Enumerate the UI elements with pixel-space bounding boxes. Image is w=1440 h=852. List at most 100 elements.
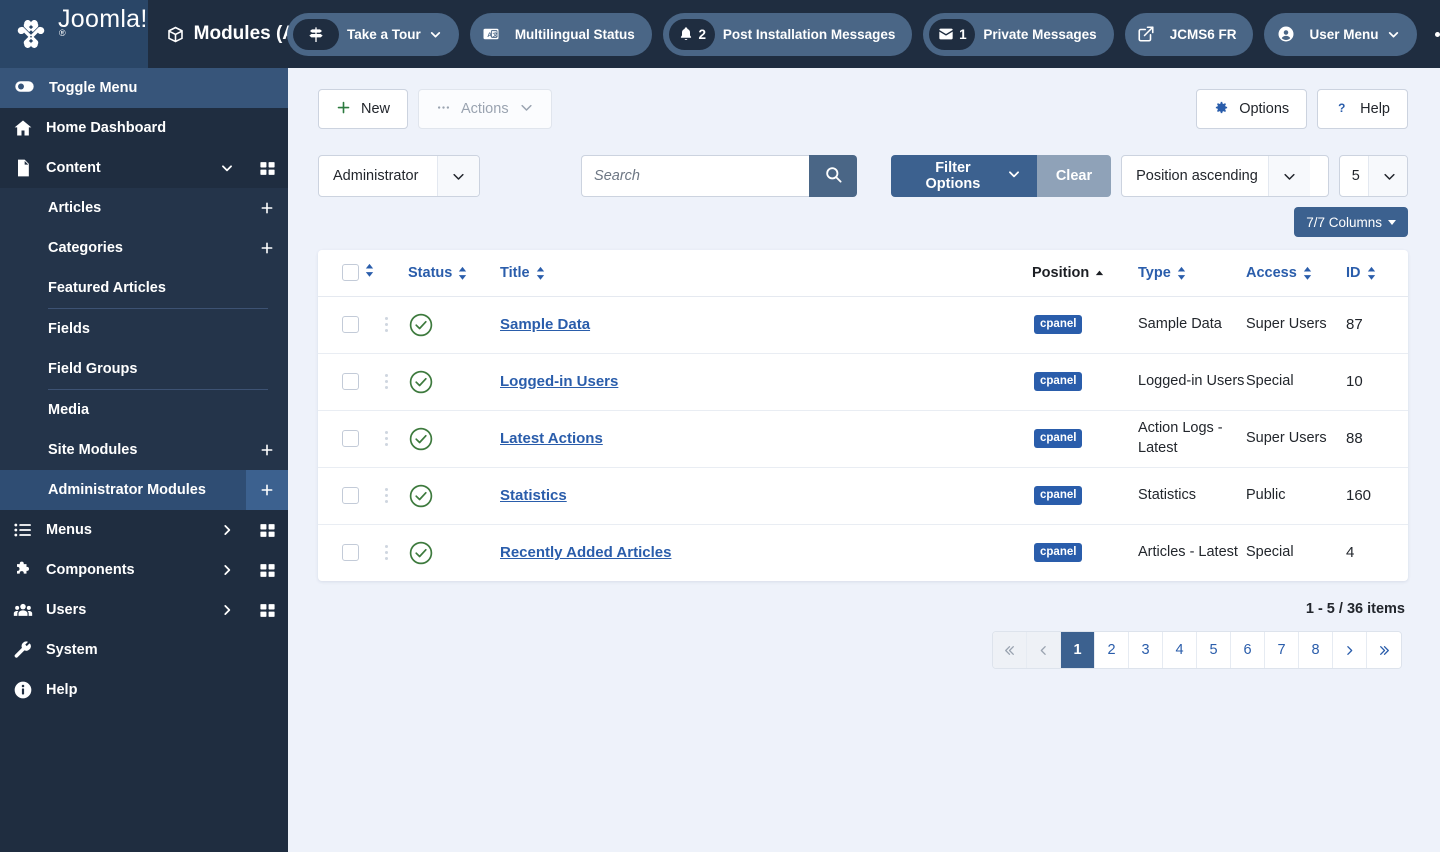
multilingual-status-button[interactable]: A文 Multilingual Status	[469, 12, 652, 56]
sidebar-item-users[interactable]: Users	[0, 590, 288, 630]
user-menu-button[interactable]: User Menu	[1264, 12, 1417, 56]
status-published-icon[interactable]	[408, 369, 434, 395]
sidebar-subitem-fields[interactable]: Fields	[0, 309, 288, 349]
pagination-page-8[interactable]: 8	[1299, 632, 1333, 668]
drag-handle-icon[interactable]	[364, 374, 408, 389]
list-limit-select[interactable]: 5	[1338, 155, 1408, 197]
row-checkbox[interactable]	[342, 373, 359, 390]
module-title-link[interactable]: Statistics	[500, 487, 567, 504]
take-a-tour-button[interactable]: Take a Tour	[287, 12, 459, 56]
grid-icon[interactable]	[246, 562, 288, 579]
document-icon	[0, 158, 46, 178]
options-button[interactable]: Options	[1196, 89, 1308, 129]
brand-name: Joomla!®	[58, 5, 148, 38]
add-new-articles-icon[interactable]	[246, 188, 288, 228]
position-badge[interactable]: cpanel	[1034, 429, 1083, 448]
options-dots-icon[interactable]	[1430, 17, 1440, 51]
client-select[interactable]: Administrator	[318, 155, 481, 197]
row-checkbox[interactable]	[342, 544, 359, 562]
chevron-down-icon[interactable]	[208, 161, 246, 175]
post-installation-messages-button[interactable]: 2 Post Installation Messages	[662, 12, 913, 56]
add-new-categories-icon[interactable]	[246, 228, 288, 268]
grid-icon[interactable]	[246, 522, 288, 539]
filter-options-button[interactable]: Filter Options	[891, 155, 1037, 197]
drag-handle-icon[interactable]	[364, 317, 408, 332]
site-link-button[interactable]: JCMS6 FR	[1124, 12, 1254, 56]
cell-id: 87	[1346, 296, 1408, 354]
brand-area[interactable]: Joomla!®	[0, 0, 148, 68]
sidebar-subitem-articles[interactable]: Articles	[0, 188, 288, 228]
sidebar-item-system[interactable]: System	[0, 630, 288, 670]
position-badge[interactable]: cpanel	[1034, 372, 1083, 391]
status-published-icon[interactable]	[408, 426, 434, 452]
position-badge[interactable]: cpanel	[1034, 486, 1083, 505]
clear-filters-button[interactable]: Clear	[1036, 155, 1112, 197]
sidebar-subitem-categories[interactable]: Categories	[0, 228, 288, 268]
pagination-page-5[interactable]: 5	[1197, 632, 1231, 668]
pagination-next-button[interactable]	[1333, 632, 1367, 668]
grid-icon[interactable]	[246, 160, 288, 177]
sidebar-item-content[interactable]: Content	[0, 148, 288, 188]
sidebar-item-home-dashboard[interactable]: Home Dashboard	[0, 108, 288, 148]
drag-handle-icon[interactable]	[364, 488, 408, 503]
th-type[interactable]: Type	[1138, 250, 1246, 297]
th-id[interactable]: ID	[1346, 250, 1408, 297]
search-input[interactable]	[581, 155, 810, 197]
pagination-last-button[interactable]	[1367, 632, 1401, 668]
cell-status	[408, 410, 500, 468]
pagination-page-4[interactable]: 4	[1163, 632, 1197, 668]
module-title-link[interactable]: Latest Actions	[500, 430, 603, 447]
new-button[interactable]: New	[318, 89, 409, 129]
sidebar-subitem-field-groups[interactable]: Field Groups	[0, 349, 288, 389]
th-title[interactable]: Title	[500, 250, 1032, 297]
columns-toggle-button[interactable]: 7/7 Columns	[1294, 207, 1408, 237]
status-published-icon[interactable]	[408, 312, 434, 338]
module-title-link[interactable]: Sample Data	[500, 316, 590, 333]
help-button[interactable]: ? Help	[1317, 89, 1408, 129]
sidebar-subitem-featured-articles[interactable]: Featured Articles	[0, 268, 288, 308]
th-access[interactable]: Access	[1246, 250, 1346, 297]
private-messages-button[interactable]: 1 Private Messages	[923, 12, 1114, 56]
pagination-page-7[interactable]: 7	[1265, 632, 1299, 668]
sidebar-subitem-site-modules[interactable]: Site Modules	[0, 430, 288, 470]
toggle-menu-button[interactable]: Toggle Menu	[0, 68, 288, 108]
add-new-site-modules-icon[interactable]	[246, 430, 288, 470]
sidebar-item-menus[interactable]: Menus	[0, 510, 288, 550]
search-button[interactable]	[809, 155, 858, 197]
row-checkbox[interactable]	[342, 430, 359, 447]
sidebar-item-help[interactable]: Help	[0, 670, 288, 710]
sidebar-item-components[interactable]: Components	[0, 550, 288, 590]
row-checkbox[interactable]	[342, 316, 359, 333]
position-badge[interactable]: cpanel	[1034, 315, 1083, 334]
search-group	[581, 155, 858, 197]
actions-button[interactable]: Actions	[418, 89, 552, 129]
row-checkbox[interactable]	[342, 487, 359, 504]
pagination-page-2[interactable]: 2	[1095, 632, 1129, 668]
position-badge[interactable]: cpanel	[1034, 543, 1083, 563]
pagination-page-6[interactable]: 6	[1231, 632, 1265, 668]
sidebar-subitem-media[interactable]: Media	[0, 390, 288, 430]
module-title-link[interactable]: Recently Added Articles	[500, 544, 671, 561]
select-all-checkbox[interactable]	[342, 264, 359, 282]
columns-toggle-label: 7/7 Columns	[1306, 214, 1382, 230]
sidebar-subitem-administrator-modules[interactable]: Administrator Modules	[0, 470, 288, 510]
cell-title: Recently Added Articles	[500, 524, 1032, 581]
add-new-administrator-modules-icon[interactable]	[246, 470, 288, 510]
modules-table-card: Status Title Position Type Access ID Sam…	[318, 250, 1408, 581]
th-position[interactable]: Position	[1032, 250, 1138, 297]
module-title-link[interactable]: Logged-in Users	[500, 373, 618, 390]
drag-handle-icon[interactable]	[364, 431, 408, 446]
pagination-page-3[interactable]: 3	[1129, 632, 1163, 668]
chevron-right-icon[interactable]	[208, 523, 246, 537]
th-ordering[interactable]	[364, 250, 408, 297]
chevron-right-icon[interactable]	[208, 563, 246, 577]
sort-select[interactable]: Position ascending	[1121, 155, 1329, 197]
signpost-icon	[293, 18, 340, 50]
drag-handle-icon[interactable]	[364, 545, 408, 561]
grid-icon[interactable]	[246, 602, 288, 619]
th-status[interactable]: Status	[408, 250, 500, 297]
chevron-right-icon[interactable]	[208, 603, 246, 617]
pagination-page-1[interactable]: 1	[1061, 632, 1095, 668]
status-published-icon[interactable]	[408, 483, 434, 509]
status-published-icon[interactable]	[408, 540, 434, 566]
